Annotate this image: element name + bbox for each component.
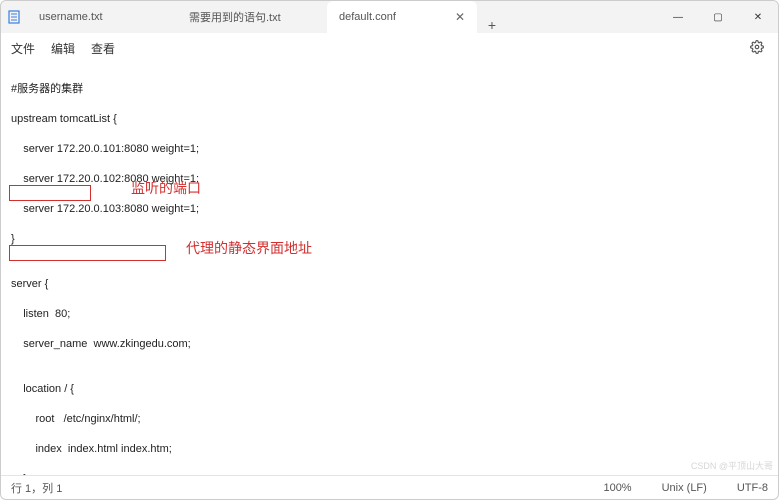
status-zoom[interactable]: 100%	[603, 482, 631, 494]
tab-label: default.conf	[339, 11, 396, 23]
settings-icon[interactable]	[750, 40, 764, 57]
editor-area[interactable]: #服务器的集群 upstream tomcatList { server 172…	[1, 63, 778, 475]
code-line: server {	[11, 277, 768, 292]
tab-strip: username.txt 需要用到的语句.txt default.conf ✕ +	[27, 1, 658, 33]
code-line: root /etc/nginx/html/;	[11, 412, 768, 427]
status-encoding[interactable]: UTF-8	[737, 482, 768, 494]
annotation-root: 代理的静态界面地址	[186, 242, 312, 257]
annotation-listen: 监听的端口	[131, 182, 201, 197]
code-line: }	[11, 472, 768, 475]
minimize-button[interactable]: —	[658, 1, 698, 33]
code-line: upstream tomcatList {	[11, 112, 768, 127]
code-line: server 172.20.0.101:8080 weight=1;	[11, 142, 768, 157]
highlight-box-root	[9, 245, 166, 261]
code-line: server_name www.zkingedu.com;	[11, 337, 768, 352]
status-eol[interactable]: Unix (LF)	[662, 482, 707, 494]
menu-view[interactable]: 查看	[91, 40, 115, 57]
status-bar: 行 1，列 1 100% Unix (LF) UTF-8	[1, 475, 778, 499]
notepad-window: username.txt 需要用到的语句.txt default.conf ✕ +…	[0, 0, 779, 500]
code-line: server 172.20.0.103:8080 weight=1;	[11, 202, 768, 217]
maximize-button[interactable]: ▢	[698, 1, 738, 33]
menu-bar: 文件 编辑 查看	[1, 33, 778, 63]
status-position: 行 1，列 1	[11, 480, 62, 496]
code-line: server 172.20.0.102:8080 weight=1;	[11, 172, 768, 187]
menu-file[interactable]: 文件	[11, 40, 35, 57]
code-line: index index.html index.htm;	[11, 442, 768, 457]
highlight-box-listen	[9, 185, 91, 201]
tab-default-conf[interactable]: default.conf ✕	[327, 1, 477, 33]
code-line: #服务器的集群	[11, 82, 768, 97]
tab-label: 需要用到的语句.txt	[189, 9, 281, 25]
tab-sql[interactable]: 需要用到的语句.txt	[177, 1, 327, 33]
close-icon[interactable]: ✕	[443, 10, 465, 24]
close-button[interactable]: ✕	[738, 1, 778, 33]
code-line: location / {	[11, 382, 768, 397]
new-tab-button[interactable]: +	[477, 17, 507, 33]
tab-username[interactable]: username.txt	[27, 1, 177, 33]
tab-label: username.txt	[39, 11, 103, 23]
code-line: listen 80;	[11, 307, 768, 322]
app-icon	[1, 1, 27, 33]
title-bar: username.txt 需要用到的语句.txt default.conf ✕ +…	[1, 1, 778, 33]
menu-edit[interactable]: 编辑	[51, 40, 75, 57]
window-controls: — ▢ ✕	[658, 1, 778, 33]
watermark: CSDN @平顶山大哥	[691, 459, 773, 472]
